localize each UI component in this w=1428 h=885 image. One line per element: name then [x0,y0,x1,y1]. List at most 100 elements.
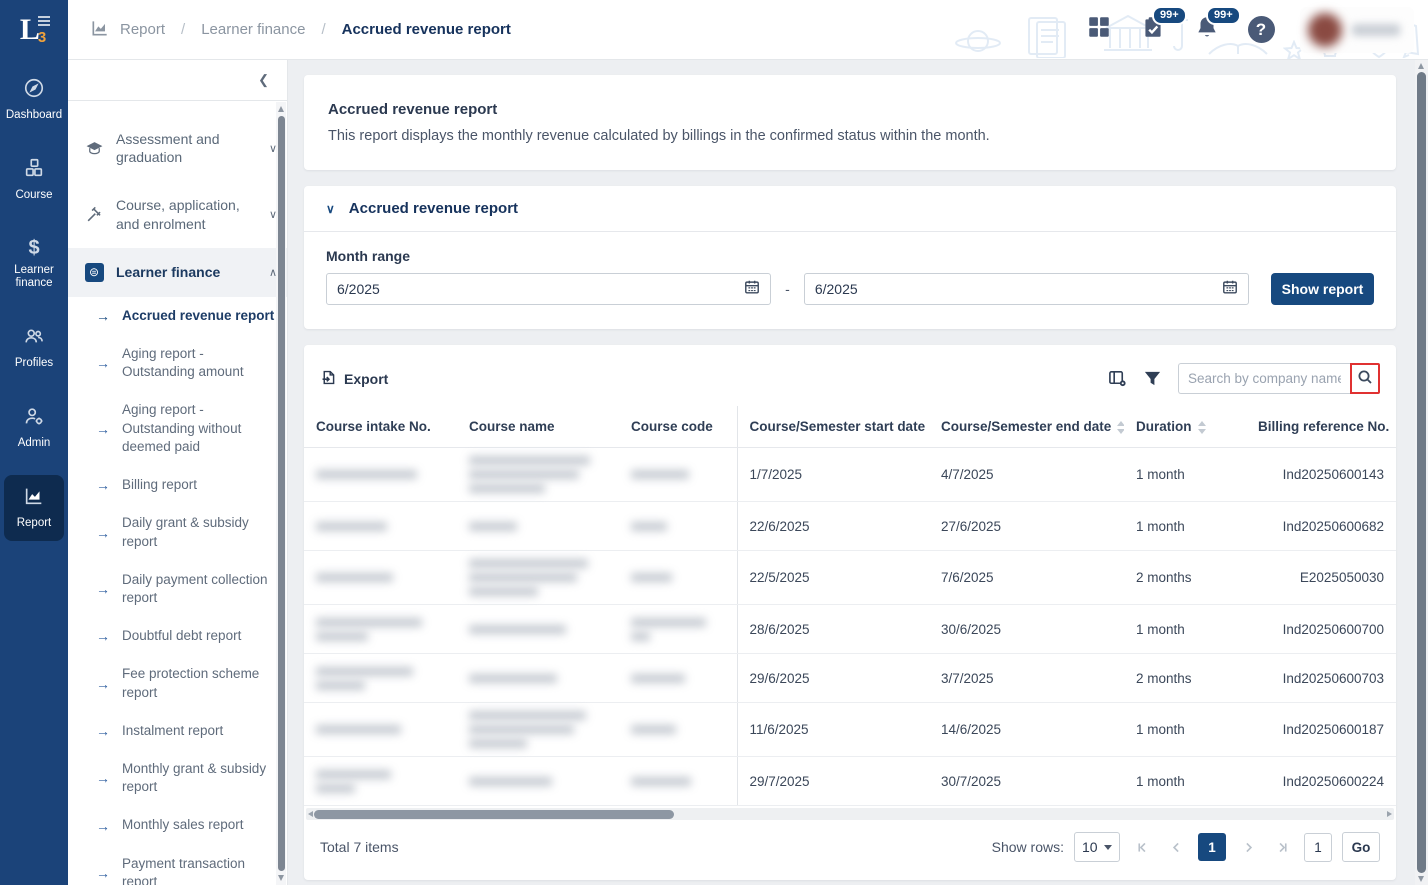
col-end-date[interactable]: Course/Semester end date [929,406,1124,448]
col-billing-reference[interactable]: Billing reference No. [1246,406,1396,448]
scrollbar-thumb[interactable] [278,116,285,871]
filter-header[interactable]: ∨ Accrued revenue report [304,186,1396,232]
arrow-right-icon: → [96,723,110,739]
sidebar-link-payment-transaction-report[interactable]: → Payment transaction report [68,845,287,885]
primary-nav-rail: L3 Dashboard Course $ Learner finance Pr… [0,0,68,885]
invoice-icon [84,263,104,282]
redacted-code [631,777,725,786]
filter-funnel-button[interactable] [1143,369,1162,388]
last-page-button[interactable] [1270,835,1294,859]
user-gear-icon [23,405,45,432]
avatar [1308,13,1342,47]
col-course-intake-no[interactable]: Course intake No. [304,406,457,448]
sidebar-link-daily-grant-subsidy-report[interactable]: → Daily grant & subsidy report [68,504,287,560]
first-page-button[interactable] [1130,835,1154,859]
sort-icon[interactable] [1198,421,1206,434]
rail-item-dashboard[interactable]: Dashboard [4,67,64,133]
scroll-up-arrow[interactable] [278,106,284,112]
export-button[interactable]: Export [320,369,388,389]
search-button[interactable] [1350,363,1380,394]
sidebar-link-fee-protection-scheme-report[interactable]: → Fee protection scheme report [68,655,287,711]
notifications-button[interactable]: 99+ [1192,15,1222,45]
calendar-icon[interactable] [744,279,760,300]
go-button[interactable]: Go [1342,832,1380,862]
redacted-name [469,777,607,786]
sidebar-link-instalment-report[interactable]: → Instalment report [68,712,287,750]
redacted-code [631,573,725,582]
scroll-up-arrow[interactable] [1418,63,1424,69]
arrow-right-icon: → [96,525,110,541]
current-page-button[interactable]: 1 [1198,833,1226,861]
table-row[interactable]: 29/6/2025 3/7/2025 2 months Ind202506007… [304,654,1396,703]
table-horizontal-scrollbar[interactable] [306,808,1394,820]
table-row[interactable]: 11/6/2025 14/6/2025 1 month Ind202506001… [304,703,1396,757]
rail-item-profiles[interactable]: Profiles [4,315,64,381]
tasks-button[interactable]: 99+ [1138,15,1168,45]
chevron-down-icon[interactable]: ∨ [326,202,335,216]
previous-page-button[interactable] [1164,835,1188,859]
month-to-field[interactable] [804,273,1249,305]
breadcrumb-parent[interactable]: Learner finance [201,21,305,38]
sidebar-group-learner-finance[interactable]: Learner finance ∧ [68,248,287,297]
col-start-date[interactable]: Course/Semester start date [737,406,929,448]
table-toolbar: Export [304,359,1396,406]
col-course-code[interactable]: Course code [619,406,737,448]
table-row[interactable]: 22/6/2025 27/6/2025 1 month Ind202506006… [304,502,1396,551]
sidebar-link-billing-report[interactable]: → Billing report [68,466,287,504]
sidebar-link-monthly-sales-report[interactable]: → Monthly sales report [68,806,287,844]
report-chart-icon [90,18,110,42]
sidebar-link-daily-payment-collection-report[interactable]: → Daily payment collection report [68,561,287,617]
sidebar-link-doubtful-debt-report[interactable]: → Doubtful debt report [68,617,287,655]
table-row[interactable]: 29/7/2025 30/7/2025 1 month Ind202506002… [304,757,1396,806]
month-from-input[interactable] [337,281,736,297]
sidebar-link-monthly-grant-subsidy-report[interactable]: → Monthly grant & subsidy report [68,750,287,806]
breadcrumb: Report / Learner finance / Accrued reven… [90,18,511,42]
scroll-down-arrow[interactable] [278,875,284,881]
scrollbar-thumb[interactable] [1417,72,1426,873]
sidebar-group-course-application[interactable]: Course, application, and enrolment ∨ [68,181,287,247]
scrollbar-thumb[interactable] [314,810,674,819]
sidebar-scrollbar[interactable] [276,102,286,885]
table-search-input[interactable] [1178,363,1350,394]
table-row[interactable]: 28/6/2025 30/6/2025 1 month Ind202506007… [304,605,1396,654]
sidebar-group-assessment[interactable]: Assessment and graduation ∨ [68,115,287,181]
table-row[interactable]: 22/5/2025 7/6/2025 2 months E2025050030 [304,551,1396,605]
sidebar-link-accrued-revenue-report[interactable]: → Accrued revenue report [68,297,287,335]
scroll-down-arrow[interactable] [1418,876,1424,882]
report-description: This report displays the monthly revenue… [328,128,1372,144]
help-button[interactable]: ? [1246,15,1276,45]
goto-page-input[interactable] [1304,833,1332,862]
sidebar-group-label: Course, application, and enrolment [116,196,257,232]
rail-item-admin[interactable]: Admin [4,395,64,461]
redacted-name [469,625,607,634]
rail-item-label: Report [17,517,52,531]
user-menu[interactable] [1300,7,1414,53]
rail-item-learner-finance[interactable]: $ Learner finance [4,227,64,302]
table-row[interactable]: 1/7/2025 4/7/2025 1 month Ind20250600143 [304,448,1396,502]
sort-icon[interactable] [1117,421,1124,434]
col-duration[interactable]: Duration [1124,406,1246,448]
breadcrumb-section[interactable]: Report [120,21,165,38]
month-from-field[interactable] [326,273,771,305]
scroll-right-arrow[interactable] [1387,811,1392,817]
page-scrollbar[interactable] [1415,60,1428,885]
sidebar-link-aging-outstanding-amount[interactable]: → Aging report - Outstanding amount [68,335,287,391]
sidebar-scroll-area: Assessment and graduation ∨ Course, appl… [68,101,287,885]
app-logo[interactable]: L3 [0,0,68,60]
redacted-intake [316,522,445,531]
rail-item-report[interactable]: Report [4,475,64,541]
column-settings-button[interactable] [1108,369,1127,388]
col-course-name[interactable]: Course name [457,406,619,448]
apps-grid-button[interactable] [1084,15,1114,45]
next-page-button[interactable] [1236,835,1260,859]
calendar-icon[interactable] [1222,279,1238,300]
show-report-button[interactable]: Show report [1271,273,1374,305]
month-to-input[interactable] [815,281,1214,297]
app-window: L3 Dashboard Course $ Learner finance Pr… [0,0,1428,885]
rows-per-page-select[interactable]: 10 [1074,832,1120,862]
collapse-sidebar-button[interactable]: ❮ [258,72,269,88]
rail-item-course[interactable]: Course [4,147,64,213]
scroll-left-arrow[interactable] [308,811,313,817]
sidebar-link-aging-outstanding-without-deemed-paid[interactable]: → Aging report - Outstanding without dee… [68,391,287,466]
redacted-code [631,618,725,641]
